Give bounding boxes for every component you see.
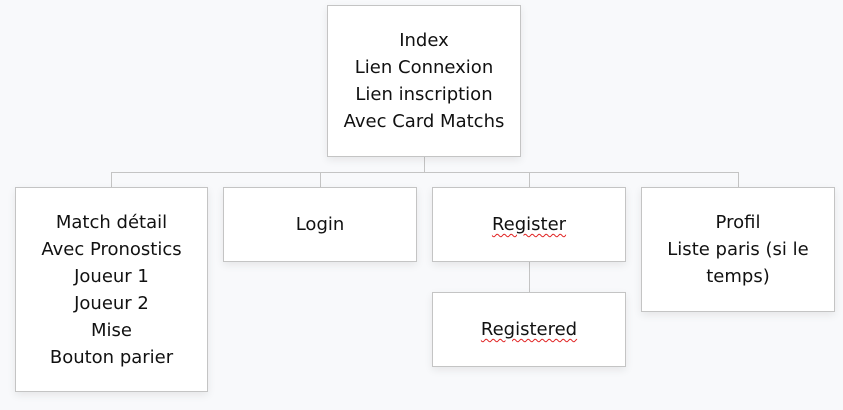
connector [529,172,530,187]
node-text: Registered [480,319,578,340]
node-text: Match détail [55,211,168,233]
node-text: Avec Pronostics [41,238,182,260]
node-text: Lien Connexion [354,57,494,78]
node-text: Avec Card Matchs [343,111,505,132]
node-login[interactable]: Login [223,187,417,262]
node-profil[interactable]: Profil Liste paris (si le temps) [641,187,835,312]
connector [424,156,425,172]
node-match-detail[interactable]: Match détail Avec Pronostics Joueur 1 Jo… [15,187,208,392]
node-text: Lien inscription [355,84,493,105]
node-text: Bouton parier [49,346,174,368]
connector [320,172,321,187]
node-text: Joueur 2 [74,292,149,314]
node-text: Login [295,214,345,235]
node-text: Index [399,30,449,51]
node-register[interactable]: Register [432,187,626,262]
node-text: Profil [715,212,761,233]
node-text: temps) [706,266,770,287]
connector [529,261,530,292]
connector [738,172,739,187]
node-text: Joueur 1 [74,265,149,287]
node-text: Register [491,214,567,235]
node-text: Mise [91,319,132,341]
node-registered[interactable]: Registered [432,292,626,367]
connector [111,172,112,187]
connector [111,172,739,173]
node-text: Liste paris (si le [667,239,809,260]
node-index[interactable]: Index Lien Connexion Lien inscription Av… [327,5,521,157]
